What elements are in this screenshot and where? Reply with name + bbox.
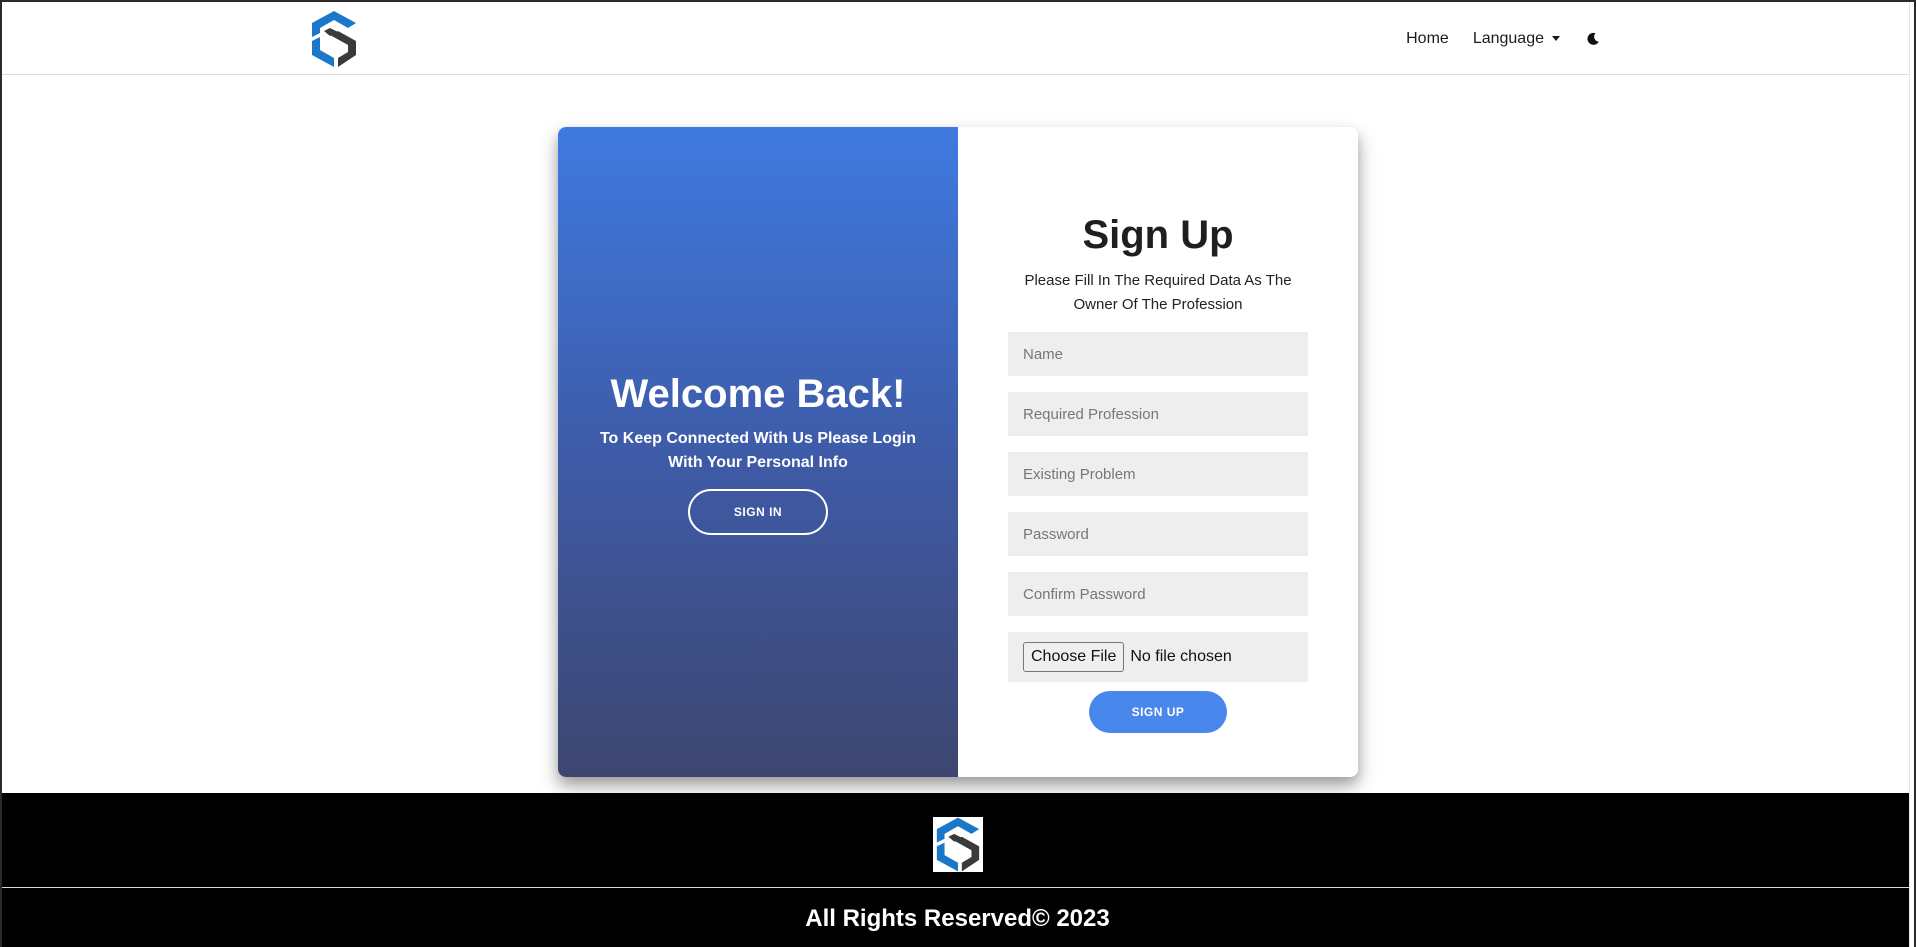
footer-logo-icon [936,817,980,872]
password-input[interactable] [1008,512,1308,556]
sign-in-button[interactable]: SIGN IN [688,489,828,535]
copyright-text: All Rights Reserved© 2023 [805,905,1110,932]
file-status-text: No file chosen [1130,648,1232,665]
welcome-title: Welcome Back! [610,372,906,416]
file-upload-field: Choose File No file chosen [1008,632,1308,682]
required-profession-input[interactable] [1008,392,1308,436]
language-dropdown[interactable]: Language [1473,30,1560,48]
sign-up-form: Sign Up Please Fill In The Required Data… [958,127,1358,777]
name-input[interactable] [1008,332,1308,376]
auth-card: Welcome Back! To Keep Connected With Us … [558,127,1358,777]
sign-up-button[interactable]: SIGN UP [1089,691,1227,733]
welcome-subtitle: To Keep Connected With Us Please Login W… [599,430,917,471]
sign-up-title: Sign Up [1082,213,1234,257]
brand-logo-icon[interactable] [308,11,360,67]
footer-divider [2,887,1913,888]
sign-up-subtitle: Please Fill In The Required Data As The … [1024,272,1292,313]
welcome-overlay-panel: Welcome Back! To Keep Connected With Us … [558,127,958,777]
confirm-password-input[interactable] [1008,572,1308,616]
language-dropdown-label: Language [1472,30,1544,47]
footer-logo [933,817,983,872]
moon-icon[interactable] [1586,32,1600,46]
nav-links: Home Language [1406,30,1600,48]
choose-file-button[interactable]: Choose File [1023,642,1125,672]
page-footer: All Rights Reserved© 2023 [2,793,1913,947]
caret-down-icon [1552,36,1560,42]
top-navbar: Home Language [2,2,1913,75]
window-right-edge [1909,2,1914,947]
nav-home-link[interactable]: Home [1406,30,1449,48]
browser-window: Home Language Welcome Back! To Keep Conn… [0,0,1916,947]
existing-problem-input[interactable] [1008,452,1308,496]
